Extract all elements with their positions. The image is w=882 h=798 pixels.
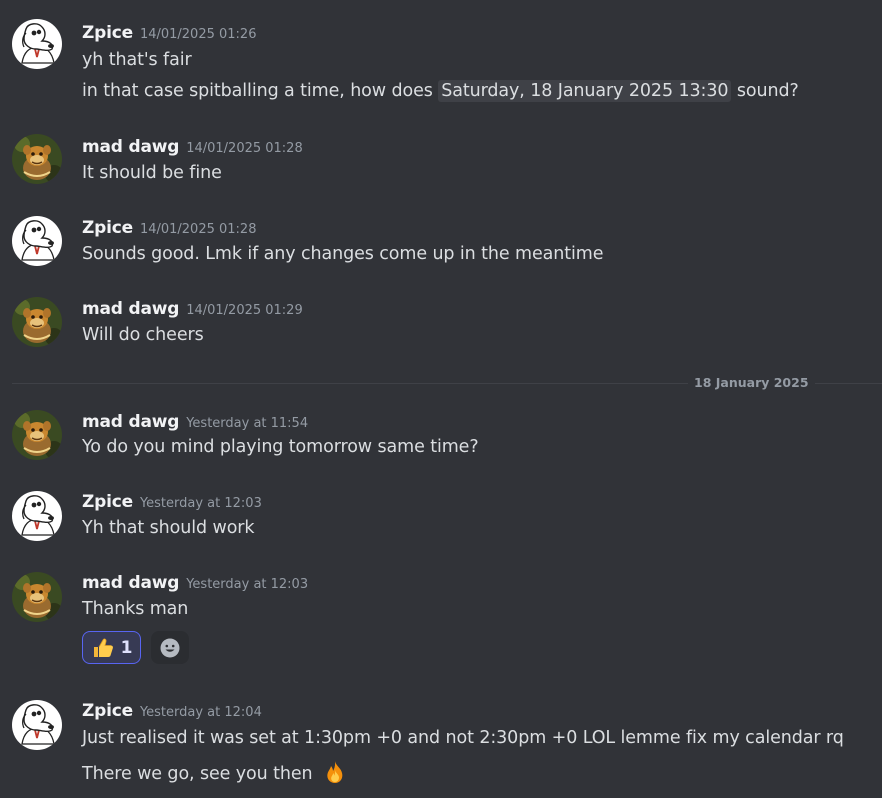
message-header: Zpice 14/01/2025 01:28	[82, 218, 256, 240]
date-divider-label: 18 January 2025	[688, 375, 815, 390]
user-avatar-icon	[12, 700, 62, 750]
user-avatar-icon	[12, 134, 62, 184]
message-text: Will do cheers	[82, 325, 204, 345]
message-text: Sounds good. Lmk if any changes come up …	[82, 244, 604, 264]
username[interactable]: mad dawg	[82, 137, 179, 157]
user-avatar-icon	[12, 410, 62, 460]
message-header: mad dawg Yesterday at 11:54	[82, 412, 308, 434]
user-avatar-icon	[12, 297, 62, 347]
timestamp[interactable]: Yesterday at 12:03	[140, 496, 262, 511]
timestamp[interactable]: 14/01/2025 01:28	[186, 141, 303, 156]
user-avatar-icon	[12, 216, 62, 266]
avatar[interactable]	[12, 134, 62, 184]
message-text: Thanks man	[82, 599, 189, 619]
message-text: There we go, see you then	[82, 759, 348, 785]
avatar[interactable]	[12, 19, 62, 69]
thumbs-up-icon	[93, 638, 113, 657]
username[interactable]: Zpice	[82, 492, 133, 512]
avatar[interactable]	[12, 491, 62, 541]
message-text: Yh that should work	[82, 518, 255, 538]
add-reaction-button[interactable]	[151, 631, 189, 664]
message-text: Just realised it was set at 1:30pm +0 an…	[82, 728, 844, 748]
message-header: mad dawg 14/01/2025 01:28	[82, 137, 303, 159]
smiley-icon	[160, 638, 180, 657]
message-text-segment: sound?	[731, 81, 799, 101]
username[interactable]: Zpice	[82, 23, 133, 43]
username[interactable]: Zpice	[82, 218, 133, 238]
message-header: mad dawg Yesterday at 12:03	[82, 573, 308, 595]
reaction-thumbs-up[interactable]: 1	[82, 631, 141, 664]
reaction-count: 1	[120, 637, 133, 658]
avatar[interactable]	[12, 700, 62, 750]
timestamp[interactable]: 14/01/2025 01:26	[140, 27, 257, 42]
message-text-segment: There we go, see you then	[82, 764, 313, 784]
timestamp-chip[interactable]: Saturday, 18 January 2025 13:30	[438, 80, 732, 102]
user-avatar-icon	[12, 572, 62, 622]
message-header: mad dawg 14/01/2025 01:29	[82, 299, 303, 321]
message-header: Zpice Yesterday at 12:04	[82, 701, 262, 723]
fire-icon	[327, 761, 343, 783]
timestamp[interactable]: Yesterday at 12:03	[186, 577, 308, 592]
timestamp[interactable]: 14/01/2025 01:28	[140, 222, 257, 237]
username[interactable]: mad dawg	[82, 573, 179, 593]
message-text-segment: in that case spitballing a time, how doe…	[82, 81, 439, 101]
message-text: yh that's fair	[82, 50, 192, 70]
chat-message-list: Zpice 14/01/2025 01:26 yh that's fair in …	[0, 0, 882, 798]
message-text: Yo do you mind playing tomorrow same tim…	[82, 437, 479, 457]
username[interactable]: mad dawg	[82, 412, 179, 432]
timestamp[interactable]: 14/01/2025 01:29	[186, 303, 303, 318]
timestamp[interactable]: Yesterday at 11:54	[186, 416, 308, 431]
username[interactable]: Zpice	[82, 701, 133, 721]
avatar[interactable]	[12, 410, 62, 460]
avatar[interactable]	[12, 216, 62, 266]
username[interactable]: mad dawg	[82, 299, 179, 319]
message-text: It should be fine	[82, 163, 222, 183]
message-text: in that case spitballing a time, how doe…	[82, 80, 799, 102]
timestamp[interactable]: Yesterday at 12:04	[140, 705, 262, 720]
user-avatar-icon	[12, 491, 62, 541]
message-header: Zpice 14/01/2025 01:26	[82, 23, 256, 45]
avatar[interactable]	[12, 297, 62, 347]
user-avatar-icon	[12, 19, 62, 69]
message-header: Zpice Yesterday at 12:03	[82, 492, 262, 514]
avatar[interactable]	[12, 572, 62, 622]
